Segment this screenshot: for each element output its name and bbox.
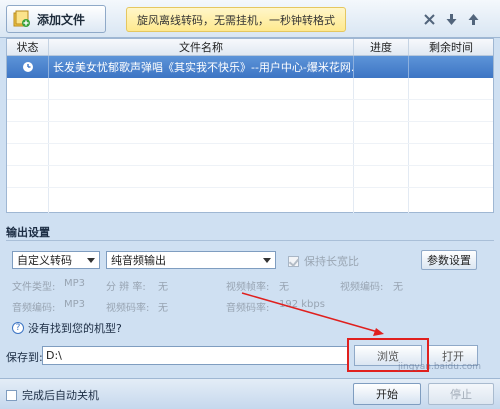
video-bitrate-value: 无 <box>158 303 168 314</box>
chevron-down-icon <box>87 258 95 263</box>
clock-icon <box>22 62 33 72</box>
save-path-input[interactable]: D:\ <box>42 346 348 365</box>
close-icon[interactable] <box>423 13 436 26</box>
audio-bitrate-value: 192 kbps <box>279 299 325 310</box>
video-fps-label: 视频帧率: <box>226 282 270 293</box>
remaining-cell <box>409 56 493 78</box>
settings-title: 输出设置 <box>6 226 50 239</box>
keep-ratio-checkbox[interactable]: 保持长宽比 <box>288 253 359 269</box>
file-table: 状态 文件名称 进度 剩余时间 长发美女忧郁歌声弹唱《其实我不快乐》--用户中心… <box>6 38 494 213</box>
status-cell <box>7 56 49 78</box>
toolbar: 添加文件 旋风离线转码，无需挂机，一秒钟转格式 <box>0 0 500 38</box>
question-icon: ? <box>12 322 24 334</box>
checkbox-icon <box>6 389 17 401</box>
audio-bitrate-label: 音频码率: <box>226 303 270 314</box>
video-codec-label: 视频编码: <box>340 282 384 293</box>
video-codec-value: 无 <box>393 282 403 293</box>
auto-shutdown-checkbox[interactable]: 完成后自动关机 <box>6 387 99 403</box>
video-fps-value: 无 <box>279 282 289 293</box>
table-header: 状态 文件名称 进度 剩余时间 <box>7 39 493 56</box>
checkbox-icon <box>288 255 299 267</box>
stop-button[interactable]: 停止 <box>428 383 494 405</box>
audio-codec-value: MP3 <box>64 299 86 310</box>
add-file-label: 添加文件 <box>37 12 86 27</box>
save-label: 保存到: <box>6 351 43 364</box>
add-file-icon <box>13 10 31 28</box>
auto-shutdown-label: 完成后自动关机 <box>22 389 99 402</box>
output-select-value: 纯音频输出 <box>111 254 166 267</box>
header-name[interactable]: 文件名称 <box>49 39 354 55</box>
chevron-down-icon <box>263 258 271 263</box>
preset-select[interactable]: 自定义转码 <box>12 251 100 269</box>
promo-banner[interactable]: 旋风离线转码，无需挂机，一秒钟转格式 <box>126 7 346 32</box>
header-status[interactable]: 状态 <box>7 39 49 55</box>
bottom-bar: 完成后自动关机 开始 停止 <box>0 378 500 409</box>
watermark: jingyan.baidu.com <box>398 362 482 372</box>
add-file-button[interactable]: 添加文件 <box>6 5 106 33</box>
file-name-cell: 长发美女忧郁歌声弹唱《其实我不快乐》--用户中心-爆米花网... <box>49 56 354 78</box>
arrow-up-icon[interactable] <box>467 13 480 26</box>
video-bitrate-label: 视频码率: <box>106 303 150 314</box>
header-remaining[interactable]: 剩余时间 <box>409 39 493 55</box>
header-progress[interactable]: 进度 <box>354 39 409 55</box>
audio-codec-label: 音频编码: <box>12 303 56 314</box>
output-settings: 输出设置 自定义转码 纯音频输出 保持长宽比 参数设置 文件类型: MP3 分 … <box>0 222 500 342</box>
start-button[interactable]: 开始 <box>353 383 421 405</box>
help-link[interactable]: ? 没有找到您的机型? <box>12 320 122 336</box>
output-select[interactable]: 纯音频输出 <box>106 251 276 269</box>
resolution-value: 无 <box>158 282 168 293</box>
keep-ratio-label: 保持长宽比 <box>304 255 359 268</box>
preset-select-value: 自定义转码 <box>17 254 72 267</box>
help-text: 没有找到您的机型? <box>28 322 122 335</box>
file-type-value: MP3 <box>64 278 86 289</box>
file-type-label: 文件类型: <box>12 282 56 293</box>
divider <box>6 240 494 241</box>
param-settings-button[interactable]: 参数设置 <box>421 250 477 270</box>
empty-rows <box>7 78 493 213</box>
table-row[interactable]: 长发美女忧郁歌声弹唱《其实我不快乐》--用户中心-爆米花网... <box>7 56 493 78</box>
progress-cell <box>354 56 409 78</box>
resolution-label: 分 辨 率: <box>106 282 146 293</box>
arrow-down-icon[interactable] <box>445 13 458 26</box>
